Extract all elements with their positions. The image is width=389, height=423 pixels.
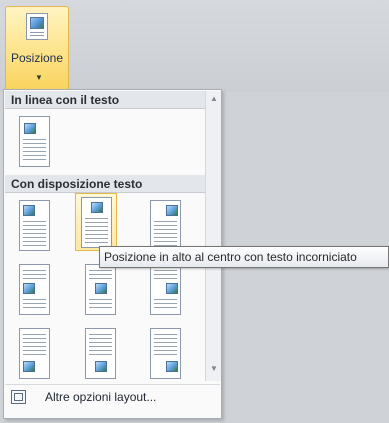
gallery-tooltip: Posizione in alto al centro con testo in… <box>99 246 389 268</box>
layout-options-icon <box>11 390 26 404</box>
inline-with-text-option[interactable] <box>13 112 55 170</box>
scroll-down-icon[interactable]: ▼ <box>208 363 220 375</box>
scroll-up-icon[interactable]: ▲ <box>208 93 220 105</box>
more-layout-options-label: Altre opzioni layout... <box>45 390 157 404</box>
bottom-left-layout-icon <box>19 328 50 379</box>
top-right-layout-icon <box>150 200 181 251</box>
position-bottom-center-option[interactable] <box>79 324 121 382</box>
top-center-layout-icon <box>81 197 112 248</box>
position-bottom-left-option[interactable] <box>13 324 55 382</box>
wrap-section-header: Con disposizione testo <box>5 175 206 193</box>
position-middle-right-option[interactable] <box>144 260 186 318</box>
position-top-center-option[interactable] <box>75 193 117 251</box>
position-button[interactable]: Posizione ▼ <box>5 6 69 91</box>
position-middle-center-option[interactable] <box>79 260 121 318</box>
inline-section-header: In linea con il testo <box>5 91 206 109</box>
middle-center-layout-icon <box>85 264 116 315</box>
more-layout-options-item[interactable]: Altre opzioni layout... <box>5 384 220 410</box>
position-middle-left-option[interactable] <box>13 260 55 318</box>
top-left-layout-icon <box>19 200 50 251</box>
middle-right-layout-icon <box>150 264 181 315</box>
position-top-left-option[interactable] <box>13 196 55 254</box>
position-bottom-right-option[interactable] <box>144 324 186 382</box>
inline-layout-icon <box>19 116 50 167</box>
gallery-scrollbar[interactable]: ▲ ▼ <box>205 91 221 381</box>
bottom-right-layout-icon <box>150 328 181 379</box>
middle-left-layout-icon <box>19 264 50 315</box>
chevron-down-icon: ▼ <box>35 73 43 82</box>
position-button-label: Posizione <box>10 51 64 65</box>
bottom-center-layout-icon <box>85 328 116 379</box>
picture-position-icon <box>26 13 48 40</box>
